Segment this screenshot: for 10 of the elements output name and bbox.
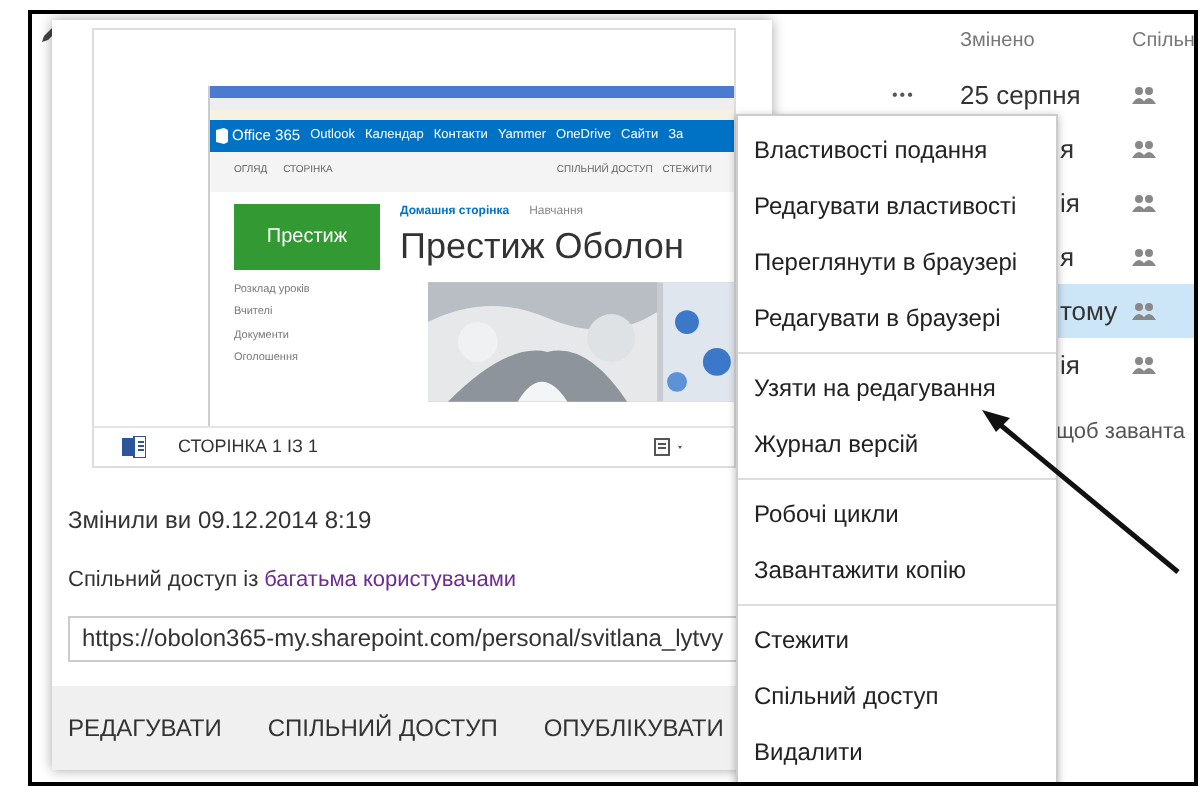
hint-text: щоб заванта [1056,418,1188,448]
modified-date: ія [1060,185,1082,222]
modified-date: я [1060,131,1077,168]
page-indicator: СТОРІНКА 1 ІЗ 1 [178,433,318,460]
modified-date: тому [1060,293,1120,330]
sharing-text: Спільний доступ із [68,566,259,596]
modified-date: я [1060,239,1077,276]
site-title: Престиж Оболон [400,224,684,270]
modified-date: ія [1060,347,1082,384]
modified-date: 25 серпня [960,77,1083,114]
